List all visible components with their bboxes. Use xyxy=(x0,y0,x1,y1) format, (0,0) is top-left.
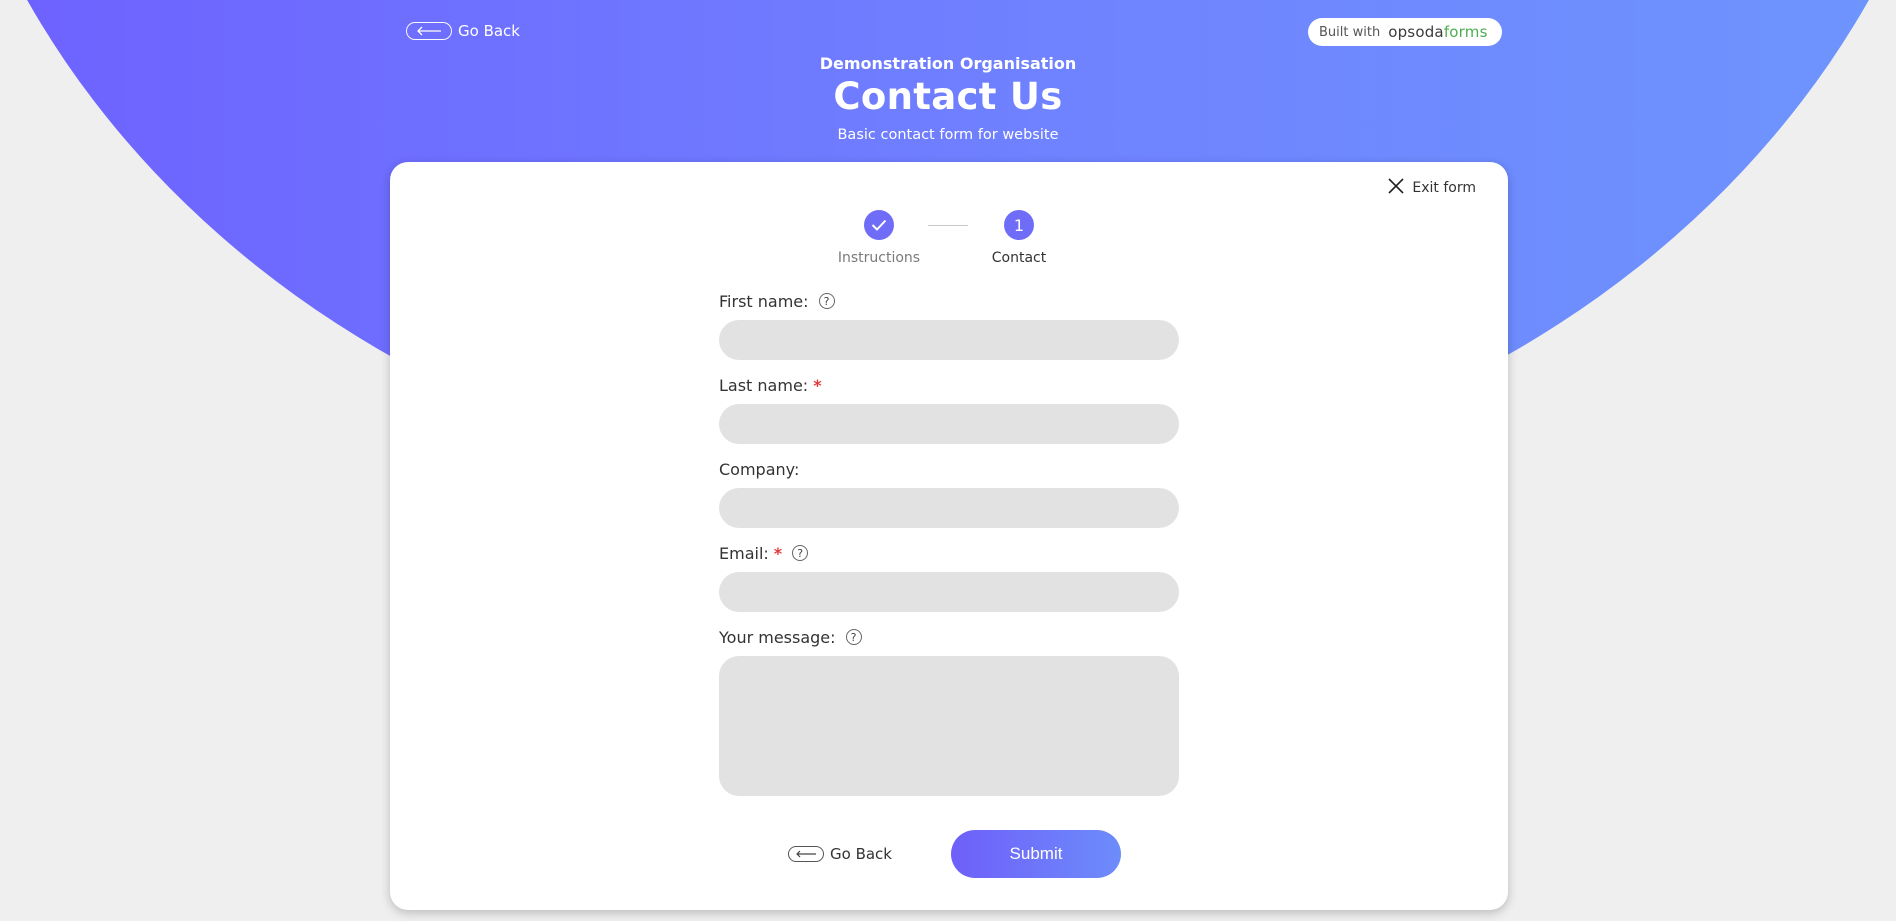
email-input[interactable] xyxy=(719,572,1179,612)
required-marker: * xyxy=(773,543,783,563)
go-back-link[interactable]: Go Back xyxy=(406,22,520,40)
help-icon[interactable]: ? xyxy=(792,545,809,561)
field-label: Email: * ? xyxy=(719,542,1179,564)
step-instructions[interactable]: Instructions xyxy=(824,210,934,266)
message-field: Your message: ? xyxy=(719,626,1179,796)
page-title: Contact Us xyxy=(833,75,1063,118)
step-contact: 1 Contact xyxy=(964,210,1074,266)
back-arrow-icon xyxy=(406,22,452,40)
first-name-input[interactable] xyxy=(719,320,1179,360)
field-label: First name: ? xyxy=(719,290,1179,312)
go-back-label: Go Back xyxy=(830,845,892,863)
field-label: Last name: * xyxy=(719,375,822,395)
help-icon[interactable]: ? xyxy=(818,293,835,309)
opsoda-forms-logo: opsoda forms xyxy=(1388,23,1488,41)
step-label: Contact xyxy=(991,250,1047,266)
form-go-back-button[interactable]: Go Back xyxy=(788,845,892,863)
last-name-input[interactable] xyxy=(719,404,1179,444)
step-label: Instructions xyxy=(837,250,921,266)
back-arrow-icon xyxy=(788,846,824,862)
close-icon xyxy=(1388,178,1404,198)
required-marker: * xyxy=(813,375,822,395)
submit-button[interactable]: Submit xyxy=(951,830,1121,878)
company-field: Company: xyxy=(719,458,1179,542)
form-fields: First name: ? Last name: * Company: Emai… xyxy=(719,290,1179,796)
message-textarea[interactable] xyxy=(719,656,1179,796)
step-number: 1 xyxy=(1004,210,1034,240)
go-back-label: Go Back xyxy=(458,22,520,40)
organisation-name: Demonstration Organisation xyxy=(819,54,1077,73)
built-with-label: Built with xyxy=(1319,24,1381,40)
built-with-badge[interactable]: Built with opsoda forms xyxy=(1308,18,1502,46)
form-card: Exit form Instructions 1 Contact First n… xyxy=(390,162,1508,910)
page-subtitle: Basic contact form for website xyxy=(837,127,1059,143)
company-input[interactable] xyxy=(719,488,1179,528)
step-connector xyxy=(928,225,968,226)
email-field: Email: * ? xyxy=(719,542,1179,626)
check-icon xyxy=(864,210,894,240)
form-stepper: Instructions 1 Contact xyxy=(390,210,1508,280)
first-name-field: First name: ? xyxy=(719,290,1179,374)
help-icon[interactable]: ? xyxy=(845,629,862,645)
field-label: Your message: ? xyxy=(719,626,1179,648)
field-label: Company: xyxy=(719,459,800,479)
exit-form-label: Exit form xyxy=(1412,180,1476,196)
exit-form-button[interactable]: Exit form xyxy=(1388,178,1476,198)
last-name-field: Last name: * xyxy=(719,374,1179,458)
